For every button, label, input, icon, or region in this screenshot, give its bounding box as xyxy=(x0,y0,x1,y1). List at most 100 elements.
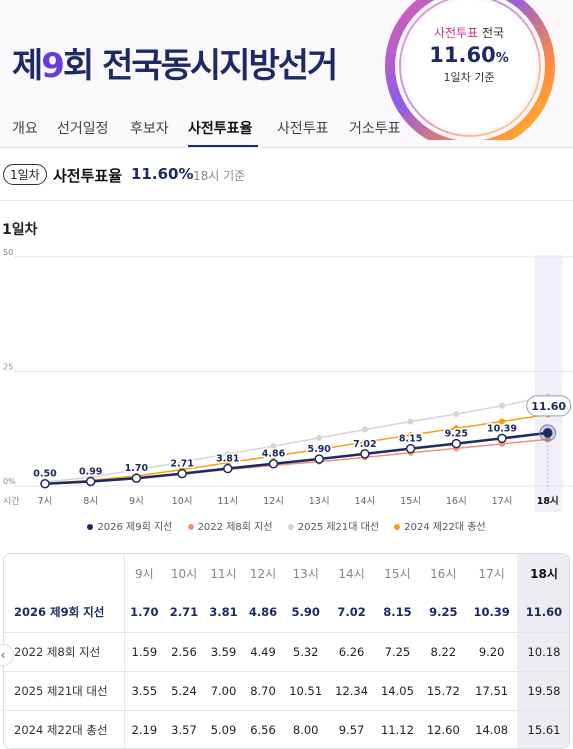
table-cell: 3.81 xyxy=(209,605,238,620)
table-cell: 1.59 xyxy=(124,631,165,671)
x-tick-label: 12시 xyxy=(263,496,284,507)
table-cell: 6.56 xyxy=(243,709,283,748)
series-0-point xyxy=(497,433,507,444)
table-cell: 11.60 xyxy=(517,593,569,632)
col-header: 17시 xyxy=(466,554,517,593)
col-header: 13시 xyxy=(282,554,329,593)
series-2-point xyxy=(361,426,368,433)
section-title: 1일차 xyxy=(2,222,38,238)
series-0-point xyxy=(223,463,233,474)
table-cell: 3.57 xyxy=(164,709,204,748)
legend-item-2022[interactable]: 2022 제8회 지선 xyxy=(187,522,273,533)
table-cell: 8.22 xyxy=(420,631,467,671)
legend-item-2026[interactable]: 2026 제9회 지선 xyxy=(87,522,172,533)
table-cell: 14.08 xyxy=(466,709,517,748)
y-tick-label: 50 xyxy=(3,248,13,257)
table-cell: 8.15 xyxy=(383,605,412,620)
turnout-line-chart: 0% 25 50 시간 7시 8시 9시 10시 11시 12시 13시 14시 15시 16시 17시 18… xyxy=(3,248,573,512)
tab-overview[interactable]: 개요 xyxy=(12,118,38,138)
table-cell: 1.70 xyxy=(130,605,159,620)
x-tick-label: 18시 xyxy=(537,496,559,507)
table-cell: 8.00 xyxy=(282,709,329,748)
tab-absentee[interactable]: 거소투표 xyxy=(349,118,401,138)
table-cell: 4.49 xyxy=(243,631,283,671)
col-header: 12시 xyxy=(243,554,283,593)
tab-early-turnout[interactable]: 사전투표율 xyxy=(188,118,252,138)
series-0-point xyxy=(314,454,324,464)
row-label: 2025 제21대 대선 xyxy=(4,670,125,710)
divider xyxy=(0,200,573,201)
legend-item-2025[interactable]: 2025 제21대 대선 xyxy=(287,522,379,533)
callout-value: 11.60 xyxy=(531,400,566,413)
series-line-2 xyxy=(44,395,548,483)
series-0-point xyxy=(131,473,142,483)
row-label: 2022 제8회 지선 xyxy=(4,631,125,671)
data-label: 0.50 xyxy=(33,469,57,480)
hero-header: 제9회 전국동시지방선거 사전투표 전국 11.60% 1일차 기준 개요 선거… xyxy=(0,0,573,148)
badge-accent: 사전투표 xyxy=(433,26,479,40)
x-tick-label: 7시 xyxy=(38,496,53,507)
table-row: 2025 제21대 대선 3.55 5.24 7.00 8.70 10.51 12.34 14… xyxy=(4,670,569,710)
table-cell: 4.86 xyxy=(248,605,278,620)
chart-legend: 2026 제9회 지선 2022 제8회 지선 2025 제21대 대선 202… xyxy=(0,518,573,533)
summary-base: 18시 기준 xyxy=(193,169,246,183)
data-label: 5.90 xyxy=(307,444,331,455)
table-row: 2022 제8회 지선 1.59 2.56 3.59 4.49 5.32 6.26 7.25 8… xyxy=(4,631,569,671)
data-label: 3.81 xyxy=(216,454,239,465)
data-label: 8.15 xyxy=(399,434,422,445)
x-tick-label: 16시 xyxy=(446,496,467,507)
table-cell: 3.55 xyxy=(124,670,165,710)
data-label: 7.02 xyxy=(353,439,376,450)
x-tick-label: 10시 xyxy=(172,496,193,507)
table-cell: 2.56 xyxy=(164,631,204,671)
series-2-point xyxy=(453,411,460,418)
data-label: 4.86 xyxy=(262,449,286,460)
table-cell: 15.72 xyxy=(420,670,467,710)
summary-row: 1일차 사전투표율 11.60% 18시 기준 xyxy=(0,160,573,190)
table-cell: 9.25 xyxy=(429,605,458,620)
data-label: 10.39 xyxy=(487,423,517,434)
active-tab-indicator xyxy=(188,145,258,147)
table-cell: 10.39 xyxy=(473,605,510,620)
highlight-column xyxy=(534,255,563,512)
table-cell: 10.18 xyxy=(517,631,569,671)
badge-value: 11.60% xyxy=(429,43,509,67)
table-row: 2026 제9회 지선 1.70 2.71 3.81 4.86 5.90 7.02 8.15 9… xyxy=(4,593,569,632)
col-header: 10시 xyxy=(164,554,204,593)
table-cell: 10.51 xyxy=(282,670,329,710)
table-row: 2024 제22대 총선 2.19 3.57 5.09 6.56 8.00 9.57 11.1… xyxy=(4,709,569,748)
summary-value: 11.60% xyxy=(131,165,194,183)
x-tick-label: 15시 xyxy=(400,496,421,507)
series-2-point xyxy=(316,434,323,441)
series-0-point xyxy=(268,458,279,469)
series-0-point xyxy=(360,449,370,459)
table-cell: 9.20 xyxy=(466,631,517,671)
tab-early-voting[interactable]: 사전투표 xyxy=(277,118,329,138)
y-tick-label: 0% xyxy=(3,477,16,486)
col-header: 15시 xyxy=(374,554,421,593)
highlight-point xyxy=(543,428,552,437)
x-axis-label: 시간 xyxy=(3,496,20,507)
col-header: 9시 xyxy=(124,554,165,593)
x-tick-label: 14시 xyxy=(354,496,375,507)
tab-schedule[interactable]: 선거일정 xyxy=(57,118,109,138)
tab-candidates[interactable]: 후보자 xyxy=(130,118,169,138)
col-header: 18시 xyxy=(517,554,569,593)
table-cell: 12.60 xyxy=(420,709,467,748)
table-cell: 5.90 xyxy=(291,605,320,620)
col-header: 14시 xyxy=(328,554,375,593)
table-cell: 5.32 xyxy=(282,631,329,671)
data-label: 2.71 xyxy=(170,459,193,470)
legend-item-2024[interactable]: 2024 제22대 총선 xyxy=(394,522,486,533)
table-cell: 7.25 xyxy=(374,631,421,671)
series-0-point xyxy=(85,476,96,487)
badge-base: 1일차 기준 xyxy=(443,71,495,84)
turnout-table: 9시 10시 11시 12시 13시 14시 15시 16시 17시 18시 2… xyxy=(3,553,570,749)
row-label: 2026 제9회 지선 xyxy=(4,593,125,632)
table-cell: 7.00 xyxy=(203,670,244,710)
series-0-point xyxy=(40,478,50,489)
data-label: 1.70 xyxy=(125,463,149,474)
x-tick-label: 9시 xyxy=(129,496,144,507)
x-tick-label: 11시 xyxy=(217,496,238,507)
day-pill[interactable]: 1일차 xyxy=(3,164,47,185)
